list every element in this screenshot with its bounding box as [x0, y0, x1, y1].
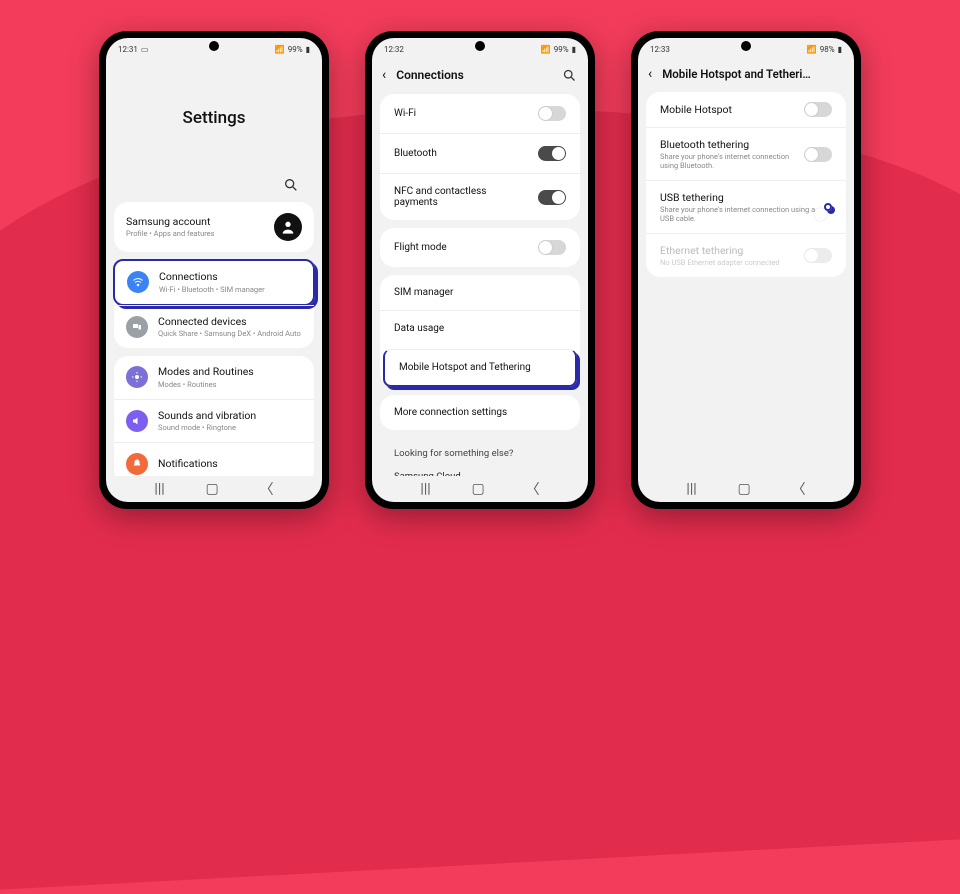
phone-tethering: 12:33 📶98%▮ ‹ Mobile Hotspot and Tetheri… — [631, 31, 861, 509]
row-label: More connection settings — [394, 407, 566, 418]
row-bluetooth-tethering[interactable]: Bluetooth tethering Share your phone's i… — [646, 127, 846, 180]
page-title: Mobile Hotspot and Tetheri… — [662, 67, 811, 81]
signal-icon: 📶 — [541, 45, 551, 54]
sound-icon — [126, 410, 148, 432]
row-title: Mobile Hotspot — [660, 103, 796, 116]
account-title: Samsung account — [126, 216, 264, 229]
row-nfc[interactable]: NFC and contactless payments — [380, 173, 580, 220]
toggle[interactable] — [538, 106, 566, 121]
row-notifications[interactable]: Notifications — [114, 442, 314, 476]
search-icon[interactable] — [282, 176, 300, 194]
row-sub: Sound mode • Ringtone — [158, 423, 302, 432]
row-title: USB tethering — [660, 191, 816, 204]
samsung-account-row[interactable]: Samsung account Profile • Apps and featu… — [114, 202, 314, 252]
row-label: Data usage — [394, 323, 566, 334]
account-sub: Profile • Apps and features — [126, 229, 264, 238]
status-time: 12:32 — [384, 45, 404, 54]
row-flight-mode[interactable]: Flight mode — [380, 228, 580, 267]
camera-hole — [209, 41, 219, 51]
row-mobile-hotspot[interactable]: Mobile Hotspot — [646, 92, 846, 127]
row-hotspot-tethering[interactable]: Mobile Hotspot and Tethering — [383, 349, 577, 387]
row-sub: Share your phone's internet connection u… — [660, 205, 816, 223]
row-sim-manager[interactable]: SIM manager — [380, 275, 580, 310]
row-title: Modes and Routines — [158, 366, 302, 379]
battery-pct: 99% — [288, 45, 303, 54]
row-label: NFC and contactless payments — [394, 186, 530, 208]
battery-pct: 99% — [554, 45, 569, 54]
row-connected-devices[interactable]: Connected devices Quick Share • Samsung … — [114, 305, 314, 349]
row-bluetooth[interactable]: Bluetooth — [380, 133, 580, 173]
page-title: Settings — [114, 108, 314, 128]
row-connections[interactable]: Connections Wi-Fi • Bluetooth • SIM mana… — [113, 259, 315, 306]
camera-hole — [741, 41, 751, 51]
row-sub: Modes • Routines — [158, 380, 302, 389]
status-time: 12:31 — [118, 45, 138, 54]
row-sub: Share your phone's internet connection u… — [660, 152, 796, 170]
footer-link[interactable]: Samsung Cloud — [380, 469, 580, 476]
highlight-frame — [824, 203, 832, 211]
signal-icon: 📶 — [275, 45, 285, 54]
search-icon[interactable] — [560, 66, 578, 84]
row-label: Wi-Fi — [394, 108, 530, 119]
row-sounds-vibration[interactable]: Sounds and vibration Sound mode • Ringto… — [114, 399, 314, 443]
nav-back[interactable]: 〈 — [260, 479, 274, 499]
nav-bar: ||| ▢ 〈 — [372, 476, 588, 502]
battery-pct: 98% — [820, 45, 835, 54]
nav-home[interactable]: ▢ — [738, 481, 751, 497]
nav-home[interactable]: ▢ — [206, 481, 219, 497]
phone-settings: 12:31 ▭ 📶 99% ▮ Settings — [99, 31, 329, 509]
toggle[interactable] — [538, 240, 566, 255]
devices-icon — [126, 316, 148, 338]
signal-icon: 📶 — [807, 45, 817, 54]
back-icon[interactable]: ‹ — [382, 67, 386, 83]
row-modes-routines[interactable]: Modes and Routines Modes • Routines — [114, 356, 314, 399]
row-label: Mobile Hotspot and Tethering — [399, 362, 561, 373]
battery-icon: ▮ — [572, 45, 576, 54]
footer-lead: Looking for something else? — [380, 438, 580, 469]
camera-hole — [475, 41, 485, 51]
row-wifi[interactable]: Wi-Fi — [380, 94, 580, 133]
nav-recents[interactable]: ||| — [420, 481, 430, 497]
toggle — [804, 248, 832, 263]
toggle[interactable] — [538, 190, 566, 205]
battery-icon: ▮ — [306, 45, 310, 54]
phone-row: 12:31 ▭ 📶 99% ▮ Settings — [0, 0, 960, 540]
row-more-connection-settings[interactable]: More connection settings — [380, 395, 580, 430]
nav-back[interactable]: 〈 — [792, 479, 806, 499]
row-data-usage[interactable]: Data usage — [380, 310, 580, 346]
nav-bar: ||| ▢ 〈 — [106, 476, 322, 502]
row-usb-tethering[interactable]: USB tethering Share your phone's interne… — [646, 180, 846, 233]
avatar-icon — [274, 213, 302, 241]
routines-icon — [126, 366, 148, 388]
row-title: Bluetooth tethering — [660, 138, 796, 151]
nav-back[interactable]: 〈 — [526, 479, 540, 499]
row-title: Connections — [159, 271, 301, 284]
nav-bar: ||| ▢ 〈 — [638, 476, 854, 502]
status-icon: ▭ — [141, 45, 149, 54]
row-sub: Wi-Fi • Bluetooth • SIM manager — [159, 285, 301, 294]
back-icon[interactable]: ‹ — [648, 66, 652, 82]
page-title: Connections — [396, 68, 464, 82]
nav-recents[interactable]: ||| — [686, 481, 696, 497]
row-title: Connected devices — [158, 316, 302, 329]
row-label: Flight mode — [394, 242, 530, 253]
status-time: 12:33 — [650, 45, 670, 54]
phone-connections: 12:32 📶99%▮ ‹ Connections Wi-Fi — [365, 31, 595, 509]
row-title: Ethernet tethering — [660, 244, 796, 257]
row-title: Sounds and vibration — [158, 410, 302, 423]
toggle[interactable] — [538, 146, 566, 161]
row-label: Bluetooth — [394, 148, 530, 159]
nav-recents[interactable]: ||| — [154, 481, 164, 497]
wifi-icon — [127, 271, 149, 293]
row-title: Notifications — [158, 458, 302, 471]
row-sub: No USB Ethernet adapter connected — [660, 258, 796, 267]
row-sub: Quick Share • Samsung DeX • Android Auto — [158, 329, 302, 338]
nav-home[interactable]: ▢ — [472, 481, 485, 497]
row-label: SIM manager — [394, 287, 566, 298]
notif-icon — [126, 453, 148, 475]
toggle[interactable] — [804, 147, 832, 162]
toggle[interactable] — [804, 102, 832, 117]
row-ethernet-tethering: Ethernet tethering No USB Ethernet adapt… — [646, 233, 846, 277]
battery-icon: ▮ — [838, 45, 842, 54]
